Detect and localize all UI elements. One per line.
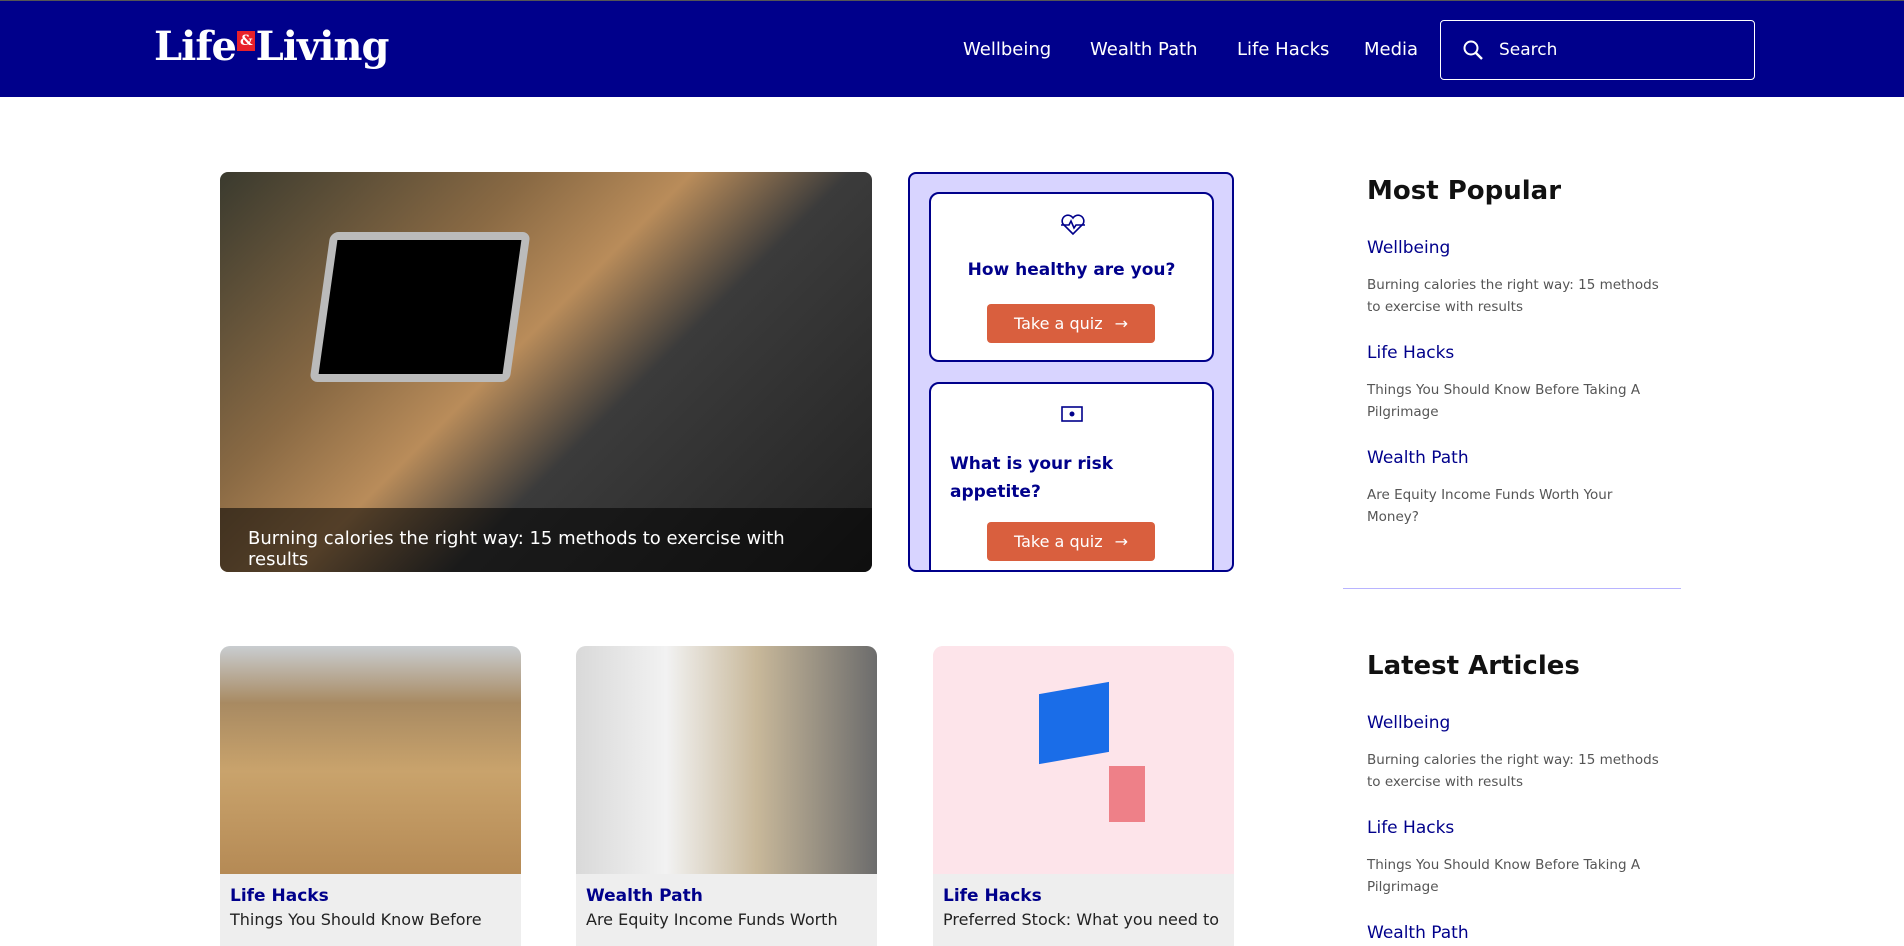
hero-image [309, 232, 531, 382]
card-category: Life Hacks [230, 886, 329, 906]
article-card[interactable]: Life Hacks Preferred Stock: What you nee… [933, 646, 1234, 946]
latest-category[interactable]: Wellbeing [1367, 713, 1450, 733]
quiz-title: How healthy are you? [967, 260, 1176, 280]
popular-title[interactable]: Things You Should Know Before Taking A P… [1367, 379, 1667, 423]
search-input[interactable]: Search [1440, 20, 1755, 80]
card-title: Things You Should Know Before [230, 910, 482, 929]
take-quiz-button[interactable]: Take a quiz → [987, 304, 1155, 343]
quiz-panel: How healthy are you? Take a quiz → What i… [908, 172, 1234, 572]
nav-media[interactable]: Media [1364, 39, 1418, 60]
card-image [576, 646, 877, 874]
logo[interactable]: Life & Living [154, 23, 390, 70]
quiz-title: What is your risk appetite? [950, 454, 1114, 502]
nav-wellbeing[interactable]: Wellbeing [963, 39, 1051, 60]
latest-title[interactable]: Things You Should Know Before Taking A P… [1367, 854, 1667, 898]
button-label: Take a quiz [1014, 532, 1103, 551]
card-image [933, 646, 1234, 874]
arrow-right-icon: → [1114, 532, 1128, 551]
card-category: Wealth Path [586, 886, 703, 906]
hero-caption[interactable]: Burning calories the right way: 15 metho… [220, 508, 872, 572]
arrow-right-icon: → [1114, 314, 1128, 333]
logo-amp: & [236, 30, 255, 51]
popular-category[interactable]: Life Hacks [1367, 343, 1454, 363]
hero-article[interactable]: Burning calories the right way: 15 metho… [220, 172, 872, 572]
search-icon [1463, 40, 1483, 60]
card-title: Are Equity Income Funds Worth [586, 910, 838, 929]
popular-title[interactable]: Are Equity Income Funds Worth Your Money… [1367, 484, 1647, 528]
popular-title[interactable]: Burning calories the right way: 15 metho… [1367, 274, 1667, 318]
quiz-card: How healthy are you? Take a quiz → [929, 192, 1214, 362]
card-title: Preferred Stock: What you need to [943, 910, 1220, 929]
popular-category[interactable]: Wealth Path [1367, 448, 1469, 468]
popular-category[interactable]: Wellbeing [1367, 238, 1450, 258]
latest-category[interactable]: Life Hacks [1367, 818, 1454, 838]
take-quiz-button[interactable]: Take a quiz → [987, 522, 1155, 561]
nav-life-hacks[interactable]: Life Hacks [1237, 39, 1329, 60]
most-popular-heading: Most Popular [1367, 176, 1562, 206]
quiz-card: What is your risk appetite? Take a quiz → [929, 382, 1214, 570]
latest-articles-heading: Latest Articles [1367, 651, 1580, 681]
logo-text: Life [154, 23, 237, 70]
nav-wealth-path[interactable]: Wealth Path [1090, 39, 1198, 60]
card-category: Life Hacks [943, 886, 1042, 906]
heart-pulse-icon [1061, 214, 1085, 236]
divider [1343, 588, 1681, 589]
search-placeholder: Search [1499, 40, 1558, 60]
article-card[interactable]: Wealth Path Are Equity Income Funds Wort… [576, 646, 877, 946]
site-header: Life & Living Wellbeing Wealth Path Life H… [0, 0, 1904, 97]
latest-category[interactable]: Wealth Path [1367, 923, 1469, 943]
logo-text: Living [255, 23, 390, 70]
card-image [220, 646, 521, 874]
button-label: Take a quiz [1014, 314, 1103, 333]
money-icon [1061, 406, 1083, 422]
latest-title[interactable]: Burning calories the right way: 15 metho… [1367, 749, 1667, 793]
article-card[interactable]: Life Hacks Things You Should Know Before [220, 646, 521, 946]
